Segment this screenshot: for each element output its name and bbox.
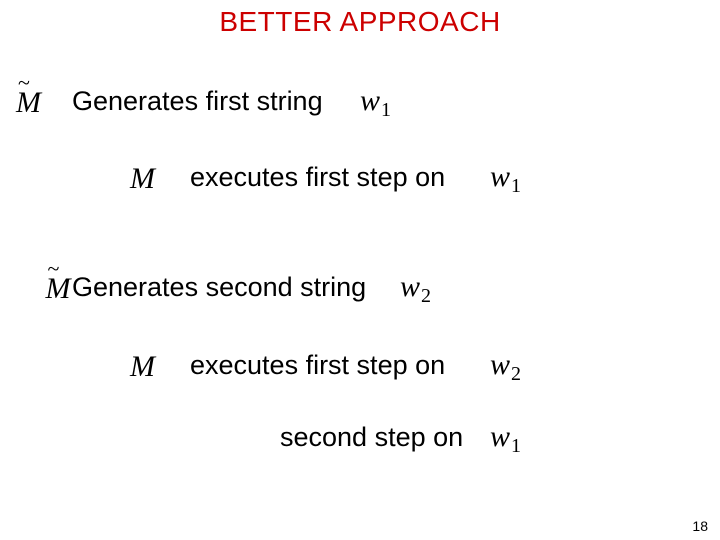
text-generates-first-string: Generates first string: [72, 86, 323, 117]
slide: BETTER APPROACH ~ M Generates first stri…: [0, 0, 720, 540]
text-second-step-on: second step on: [280, 422, 463, 453]
subscript-1: 1: [510, 435, 521, 457]
symbol-w: w: [360, 84, 380, 117]
subscript-2: 2: [510, 363, 521, 385]
symbol-w: w: [490, 420, 510, 453]
text-generates-second-string: Generates second string: [72, 272, 366, 303]
symbol-w2: w2: [490, 348, 521, 386]
symbol-w1: w1: [360, 84, 391, 122]
symbol-w: w: [490, 160, 510, 193]
tilde-mark: ~: [47, 256, 59, 282]
symbol-m: M: [130, 350, 155, 384]
text-executes-first-step-on: executes first step on: [190, 162, 445, 193]
symbol-w2: w2: [400, 270, 431, 308]
symbol-m-tilde: ~ M: [16, 86, 41, 120]
text-executes-first-step-on: executes first step on: [190, 350, 445, 381]
subscript-1: 1: [380, 99, 391, 121]
subscript-2: 2: [420, 285, 431, 307]
page-number: 18: [692, 518, 708, 534]
subscript-1: 1: [510, 175, 521, 197]
symbol-w1: w1: [490, 160, 521, 198]
symbol-w: w: [400, 270, 420, 303]
symbol-m-tilde: ~ M: [45, 272, 70, 306]
symbol-w1: w1: [490, 420, 521, 458]
tilde-mark: ~: [18, 70, 30, 96]
symbol-w: w: [490, 348, 510, 381]
symbol-m: M: [130, 162, 155, 196]
slide-title: BETTER APPROACH: [0, 6, 720, 38]
